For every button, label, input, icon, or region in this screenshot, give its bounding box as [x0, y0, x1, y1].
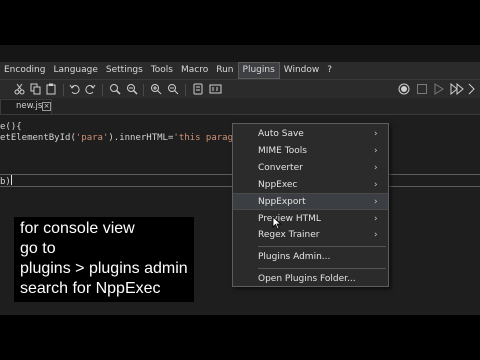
menu-item-label: Auto Save — [258, 129, 304, 139]
menu-item-label: Converter — [258, 163, 303, 173]
toolbar — [0, 79, 480, 98]
record-macro-icon[interactable] — [398, 83, 410, 99]
code-line-1: e(){ — [0, 122, 22, 133]
menu-item-label: MIME Tools — [258, 146, 307, 156]
caption-line-2: go to — [20, 240, 56, 257]
replace-icon[interactable] — [126, 83, 138, 99]
menu-run[interactable]: Run — [212, 62, 237, 79]
menu-item-plugins-admin[interactable]: Plugins Admin... — [233, 249, 388, 266]
code-line-3: b) — [0, 175, 12, 188]
video-letterbox-bottom — [0, 315, 480, 360]
code-token: b) — [0, 177, 11, 187]
copy-icon[interactable] — [30, 83, 41, 99]
menu-macro[interactable]: Macro — [177, 62, 212, 79]
undo-icon[interactable] — [69, 83, 80, 99]
menu-item-label: NppExport — [258, 197, 306, 207]
menu-item-preview-html[interactable]: Preview HTML › — [233, 211, 388, 228]
close-icon[interactable]: × — [42, 102, 51, 111]
menu-item-mime-tools[interactable]: MIME Tools › — [233, 143, 388, 160]
redo-icon[interactable] — [85, 83, 96, 99]
play-macro-icon[interactable] — [433, 83, 445, 99]
wrap-icon[interactable] — [209, 83, 222, 99]
tab-new-js[interactable]: new.js × — [0, 99, 52, 114]
menu-item-label: NppExec — [258, 180, 298, 190]
caption-line-4: search for NppExec — [20, 280, 161, 297]
chevron-right-icon: › — [374, 129, 378, 139]
menu-item-label: Open Plugins Folder... — [258, 274, 356, 284]
menu-item-open-plugins-folder[interactable]: Open Plugins Folder... — [233, 271, 388, 288]
code-token: etElementById( — [0, 133, 76, 143]
chevron-right-icon: › — [374, 146, 378, 156]
menu-separator — [258, 268, 386, 269]
find-icon[interactable] — [109, 83, 121, 99]
menu-window[interactable]: Window — [280, 62, 324, 79]
caption-line-1: for console view — [20, 220, 135, 237]
text-cursor — [10, 175, 12, 185]
menu-help[interactable]: ? — [323, 62, 336, 79]
toolbar-separator — [185, 84, 186, 96]
menu-item-label: Plugins Admin... — [258, 252, 331, 262]
menu-separator — [258, 246, 386, 247]
paste-icon[interactable] — [46, 83, 57, 99]
toolbar-separator — [63, 84, 64, 96]
menu-language[interactable]: Language — [49, 62, 101, 79]
tutorial-caption: for console view go to plugins > plugins… — [14, 217, 194, 302]
toolbar-separator — [102, 84, 103, 96]
menu-item-label: Regex Trainer — [258, 230, 320, 240]
menu-item-nppexport[interactable]: NppExport › — [233, 193, 388, 210]
cut-icon[interactable] — [14, 83, 25, 99]
tab-label: new.js — [16, 101, 43, 111]
zoom-out-icon[interactable] — [167, 83, 179, 99]
save-macro-icon[interactable] — [468, 83, 478, 99]
plugins-menu: Auto Save › MIME Tools › Converter › Npp… — [232, 123, 389, 287]
menu-item-nppexec[interactable]: NppExec › — [233, 177, 388, 194]
menu-settings[interactable]: Settings — [102, 62, 147, 79]
title-bar — [0, 45, 480, 62]
code-token: ).innerHTML= — [108, 133, 174, 143]
chevron-right-icon: › — [374, 197, 378, 207]
menu-item-label: Preview HTML — [258, 214, 321, 224]
caption-line-3: plugins > plugins admin — [20, 260, 188, 277]
chevron-right-icon: › — [374, 230, 378, 240]
code-token: 'para' — [75, 133, 109, 143]
chevron-right-icon: › — [374, 163, 378, 173]
chevron-right-icon: › — [374, 180, 378, 190]
sync-icon[interactable] — [193, 83, 204, 99]
tab-bar: new.js × — [0, 98, 480, 115]
mouse-pointer-icon — [272, 216, 282, 230]
menu-tools[interactable]: Tools — [147, 62, 177, 79]
code-token: 'this paragr — [173, 133, 239, 143]
video-letterbox-top — [0, 0, 480, 45]
menu-encoding[interactable]: Encoding — [0, 62, 49, 79]
zoom-in-icon[interactable] — [150, 83, 162, 99]
toolbar-separator — [143, 84, 144, 96]
menu-item-converter[interactable]: Converter › — [233, 160, 388, 177]
menu-item-auto-save[interactable]: Auto Save › — [233, 126, 388, 143]
menu-item-regex-trainer[interactable]: Regex Trainer › — [233, 227, 388, 244]
stop-macro-icon[interactable] — [416, 83, 428, 99]
code-line-2: etElementById('para').innerHTML='this pa… — [0, 133, 238, 144]
menu-plugins[interactable]: Plugins — [237, 62, 280, 79]
code-token: e(){ — [0, 122, 22, 132]
run-macro-multiple-icon[interactable] — [450, 82, 464, 99]
chevron-right-icon: › — [374, 214, 378, 224]
menu-bar: Encoding Language Settings Tools Macro R… — [0, 62, 480, 79]
